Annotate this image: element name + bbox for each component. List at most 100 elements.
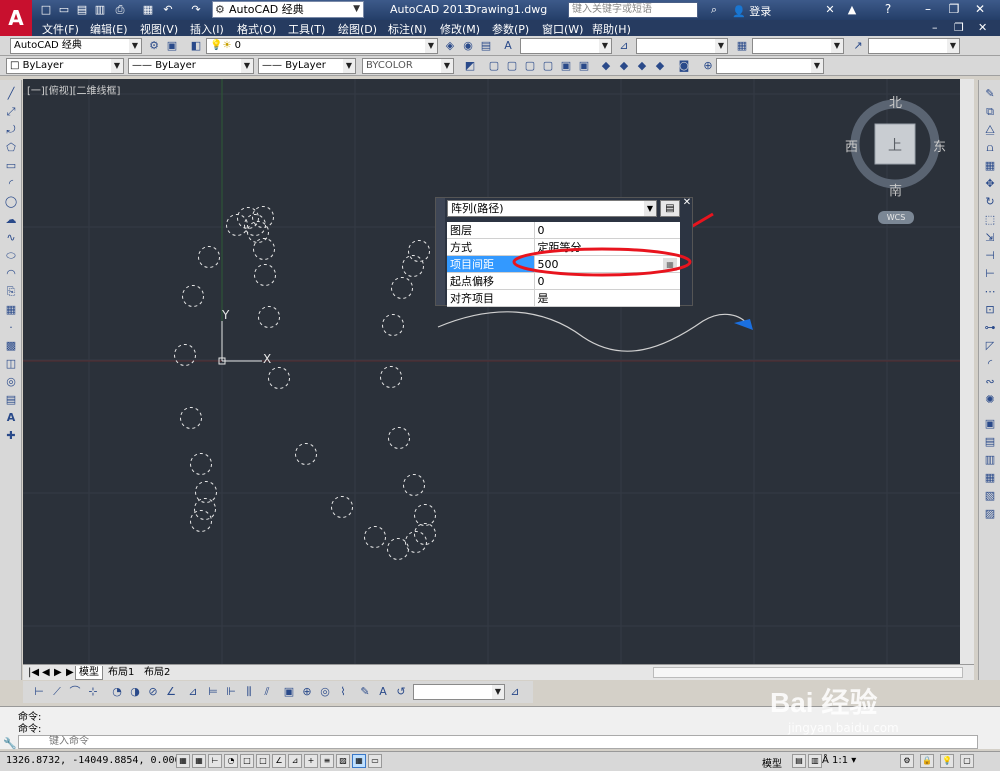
array-icon[interactable]: ▦ (982, 158, 998, 174)
menu-help[interactable]: 帮助(H) (592, 21, 631, 37)
property-row-align-items[interactable]: 对齐项目 是 (447, 289, 680, 307)
ortho-mode-icon[interactable]: ⊢ (208, 754, 222, 768)
array-circle[interactable] (387, 538, 409, 560)
array-circle[interactable] (268, 367, 290, 389)
dim-style-icon[interactable]: ⊿ (616, 38, 632, 54)
save-as-icon[interactable]: ▥ (92, 2, 108, 18)
viewcube-top-face[interactable]: 上 (888, 135, 902, 155)
aligned-dim-icon[interactable]: ⟋ (49, 684, 65, 700)
dim-style-bottom-combo[interactable]: ▼ (413, 684, 505, 700)
calculator-icon[interactable]: ▦ (663, 257, 677, 271)
grid-display-icon[interactable]: ▦ (192, 754, 206, 768)
array-circle[interactable] (414, 523, 436, 545)
dim-style-combo[interactable]: ▼ (636, 38, 728, 54)
multileader-style-combo[interactable]: ▼ (868, 38, 960, 54)
array-circle[interactable] (380, 366, 402, 388)
isolate-icon[interactable]: 💡 (940, 754, 954, 768)
menu-edit[interactable]: 编辑(E) (90, 21, 128, 37)
exchange-icon[interactable]: ✕ (822, 2, 838, 18)
view-front-icon[interactable]: ▢ (522, 58, 538, 74)
text-style-icon[interactable]: A (500, 38, 516, 54)
workspace-settings-icon[interactable]: ⚙ (146, 38, 162, 54)
break-at-point-icon[interactable]: ⋯ (982, 284, 998, 300)
diameter-dim-icon[interactable]: ⊘ (145, 684, 161, 700)
box-icon[interactable]: ▢ (486, 58, 502, 74)
snap-mode-icon[interactable]: ▦ (176, 754, 190, 768)
blend-curves-icon[interactable]: ∾ (982, 374, 998, 390)
menu-restore[interactable]: ❐ (954, 21, 964, 34)
text-front-icon[interactable]: ▨ (982, 506, 998, 522)
region-icon[interactable]: ◎ (3, 374, 19, 390)
baseline-dim-icon[interactable]: ⊨ (205, 684, 221, 700)
named-views-combo[interactable]: ▼ (716, 58, 824, 74)
view-back-icon[interactable]: ▣ (576, 58, 592, 74)
object-tracking-icon[interactable]: ∠ (272, 754, 286, 768)
add-selected-icon[interactable]: ✚ (3, 428, 19, 444)
coordinates-readout[interactable]: 1326.8732, -14049.8854, 0.0000 (6, 755, 187, 766)
quick-view-layouts-icon[interactable]: ▤ (792, 754, 806, 768)
angular-dim-icon[interactable]: ∠ (163, 684, 179, 700)
plot-icon[interactable]: ⎙ (112, 2, 128, 18)
table-style-combo[interactable]: ▼ (752, 38, 844, 54)
polar-tracking-icon[interactable]: ◔ (224, 754, 238, 768)
restore-button[interactable]: ❐ (944, 1, 964, 18)
dynamic-input-icon[interactable]: + (304, 754, 318, 768)
linetype-combo[interactable]: —— ByLayer ▼ (128, 58, 254, 74)
array-circle[interactable] (174, 344, 196, 366)
rectangle-icon[interactable]: ▭ (3, 158, 19, 174)
ellipse-icon[interactable]: ⬭ (3, 248, 19, 264)
clean-screen-icon[interactable]: ▢ (960, 754, 974, 768)
grip-arrow-icon[interactable] (734, 319, 753, 330)
array-circle[interactable] (364, 526, 386, 548)
scale-icon[interactable]: ⬚ (982, 212, 998, 228)
open-file-icon[interactable]: ▭ (56, 2, 72, 18)
array-circle[interactable] (331, 496, 353, 518)
table-style-icon[interactable]: ▦ (734, 38, 750, 54)
viewcube-west[interactable]: 西 (845, 136, 858, 155)
menu-file[interactable]: 文件(F) (42, 21, 79, 37)
dim-text-edit-icon[interactable]: A (375, 684, 391, 700)
view-left-icon[interactable]: ▢ (540, 58, 556, 74)
offset-icon[interactable]: ⩍ (982, 140, 998, 156)
viewcube-south[interactable]: 南 (889, 180, 902, 199)
property-row-item-spacing[interactable]: 项目间距 500 ▦ (447, 255, 680, 273)
apps-icon[interactable]: ▲ (844, 2, 860, 18)
text-style-combo[interactable]: ▼ (520, 38, 612, 54)
annotation-scale[interactable]: Å 1:1 ▾ (822, 755, 856, 766)
tab-layout1[interactable]: 布局1 (105, 666, 137, 680)
menu-draw[interactable]: 绘图(D) (338, 21, 377, 37)
redo-icon[interactable]: ↷ (188, 2, 204, 18)
menu-close[interactable]: ✕ (978, 21, 987, 34)
menu-minimize[interactable]: – (932, 21, 938, 34)
array-circle[interactable] (391, 277, 413, 299)
dim-break-icon[interactable]: ⫽ (259, 684, 275, 700)
multiline-text-icon[interactable]: A (3, 410, 19, 426)
fillet-icon[interactable]: ◜ (982, 356, 998, 372)
linear-dim-icon[interactable]: ⊢ (31, 684, 47, 700)
login-button[interactable]: 👤 登录 (732, 3, 771, 19)
hatch-icon[interactable]: ▩ (3, 338, 19, 354)
gradient-icon[interactable]: ◫ (3, 356, 19, 372)
arc-length-icon[interactable]: ⌒ (67, 684, 83, 700)
lineweight-combo[interactable]: —— ByLayer ▼ (258, 58, 356, 74)
wrench-icon[interactable]: 🔧 (3, 737, 17, 750)
tab-layout2[interactable]: 布局2 (141, 666, 173, 680)
binoculars-icon[interactable]: ⌕ (706, 2, 722, 18)
workspace-combo[interactable]: ⚙ AutoCAD 经典 ▼ (212, 1, 364, 18)
selection-cycling-icon[interactable]: ▭ (368, 754, 382, 768)
point-icon[interactable]: · (3, 320, 19, 336)
array-circle[interactable] (180, 407, 202, 429)
print-icon[interactable]: ▦ (140, 2, 156, 18)
iso-nw-icon[interactable]: ◆ (652, 58, 668, 74)
make-block-icon[interactable]: ▦ (3, 302, 19, 318)
arc-icon[interactable]: ◜ (3, 176, 19, 192)
extend-icon[interactable]: ⊢ (982, 266, 998, 282)
dim-update-icon[interactable]: ↺ (393, 684, 409, 700)
array-circle[interactable] (195, 481, 217, 503)
property-row-start-offset[interactable]: 起点偏移 0 (447, 272, 680, 290)
menu-window[interactable]: 窗口(W) (542, 21, 583, 37)
close-button[interactable]: ✕ (970, 1, 990, 18)
send-under-icon[interactable]: ▧ (982, 488, 998, 504)
viewcube-north[interactable]: 北 (889, 92, 902, 111)
array-circle[interactable] (253, 238, 275, 260)
